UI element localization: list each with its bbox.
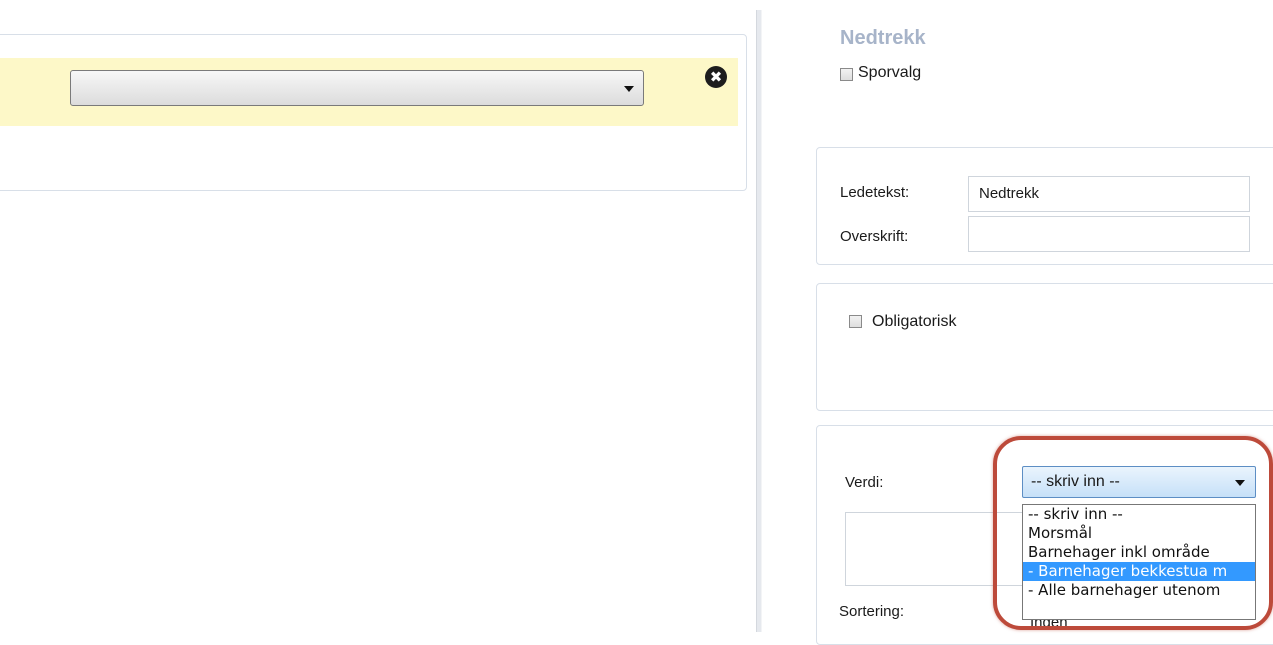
verdi-select[interactable]: -- skriv inn --	[1022, 466, 1256, 498]
overskrift-input[interactable]	[968, 216, 1250, 252]
close-circle-icon[interactable]: ✖	[705, 66, 727, 88]
chevron-down-icon	[1235, 480, 1245, 486]
panel-divider[interactable]	[756, 10, 762, 632]
obligatorisk-checkbox[interactable]	[849, 315, 862, 328]
dropdown-field-preview[interactable]	[70, 70, 644, 106]
sporvalg-checkbox[interactable]	[840, 68, 853, 81]
dropdown-option[interactable]: Barnehager inkl område	[1023, 543, 1255, 562]
verdi-label: Verdi:	[845, 474, 884, 491]
verdi-selected-value: -- skriv inn --	[1031, 473, 1120, 490]
validation-card	[816, 283, 1273, 411]
ledetekst-input[interactable]: Nedtrekk	[968, 176, 1250, 212]
dropdown-option[interactable]: - Alle barnehager utenom	[1023, 581, 1255, 600]
obligatorisk-label[interactable]: Obligatorisk	[872, 313, 956, 331]
sortering-label: Sortering:	[839, 603, 905, 620]
chevron-down-icon	[624, 86, 634, 92]
dropdown-option-highlighted[interactable]: - Barnehager bekkestua m	[1023, 562, 1255, 581]
verdi-dropdown-list[interactable]: -- skriv inn -- Morsmål Barnehager inkl …	[1022, 504, 1256, 620]
sporvalg-label[interactable]: Sporvalg	[858, 64, 921, 82]
dropdown-option[interactable]: Morsmål	[1023, 524, 1255, 543]
verdi-textarea[interactable]	[845, 512, 1031, 586]
dropdown-option[interactable]: -- skriv inn --	[1023, 505, 1255, 524]
ledetekst-label: Ledetekst:	[840, 184, 910, 201]
panel-title: Nedtrekk	[840, 27, 926, 49]
overskrift-label: Overskrift:	[840, 228, 909, 245]
